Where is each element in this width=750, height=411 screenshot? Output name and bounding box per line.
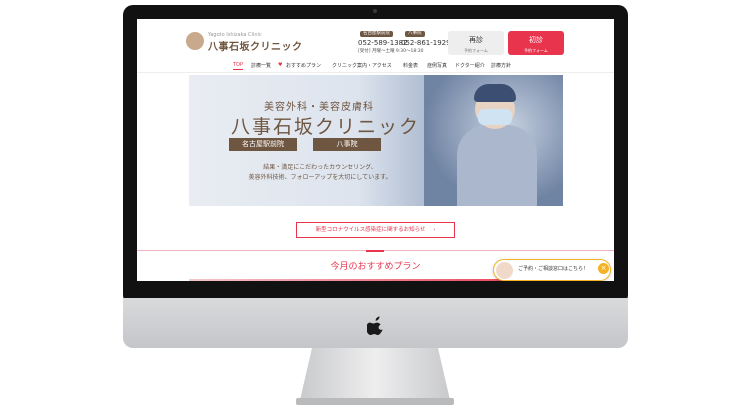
apple-logo-icon (367, 316, 383, 335)
reservation-chat-widget[interactable]: ご予約・ご相談窓口はこちら！ × (493, 259, 611, 281)
first-visit-reserve-button[interactable]: 初診 予約フォーム (508, 31, 564, 55)
hero-tag-nagoya[interactable]: 名古屋駅前院 (229, 138, 297, 151)
hero-tag-yagoto[interactable]: 八事院 (313, 138, 381, 151)
chat-widget-text: ご予約・ご相談窓口はこちら！ (518, 266, 589, 272)
nav-active-underline (233, 69, 243, 70)
reception-hours: [受付] 月曜〜土曜 9:30〜18:30 (358, 49, 424, 54)
revisit-sub: 予約フォーム (464, 48, 488, 53)
global-nav: TOP 診療一覧 ♥ おすすめプラン クリニック案内・アクセス 料金表 症例写真… (137, 59, 614, 71)
monitor-stand-base (296, 398, 454, 405)
revisit-reserve-button[interactable]: 再診 予約フォーム (448, 31, 504, 55)
revisit-label: 再診 (469, 36, 483, 44)
hero-desc-line1: 結果・満足にこだわったカウンセリング、 (263, 164, 377, 171)
nav-clinic-access[interactable]: クリニック案内・アクセス (332, 62, 392, 69)
nav-divider (137, 72, 614, 73)
hero-photo-gown (457, 125, 537, 206)
hero-desc-line2: 美容外科技術、フォローアップを大切にしています。 (248, 174, 392, 181)
nav-case-photos[interactable]: 症例写真 (427, 62, 447, 69)
nav-treatments[interactable]: 診療一覧 (251, 62, 271, 69)
nav-top[interactable]: TOP (233, 62, 243, 68)
branch-tag-yagoto: 八事院 (405, 31, 425, 37)
hero-description: 結果・満足にこだわったカウンセリング、 美容外科技術、フォローアップを大切にして… (232, 163, 408, 183)
staff-avatar (495, 261, 514, 280)
heart-icon: ♥ (278, 62, 283, 68)
hero-subtitle: 美容外科・美容皮膚科 (264, 102, 374, 113)
phone-yagoto[interactable]: 052-861-1929 (401, 39, 451, 47)
close-icon[interactable]: × (598, 263, 609, 274)
nav-doctors[interactable]: ドクター紹介 (455, 62, 485, 69)
monitor-stand (300, 348, 450, 400)
hero-photo-mask (478, 109, 512, 125)
covid-notice-button[interactable]: 新型コロナウイルス感染症に関するお知らせ › (296, 222, 455, 238)
nav-price[interactable]: 料金表 (403, 62, 418, 69)
nav-recommended-plan[interactable]: おすすめプラン (286, 62, 321, 69)
site-header: Yagoto Ishizaka Clinic 八事石坂クリニック 名古屋駅前院 … (137, 19, 614, 57)
clinic-logo-mark[interactable] (186, 32, 204, 50)
hero-photo-cap (474, 84, 516, 102)
first-sub: 予約フォーム (524, 48, 548, 53)
browser-screen: Yagoto Ishizaka Clinic 八事石坂クリニック 名古屋駅前院 … (137, 19, 614, 281)
hero-banner: 美容外科・美容皮膚科 八事石坂クリニック 名古屋駅前院 八事院 結果・満足にこだ… (189, 75, 563, 206)
chevron-right-icon: › (433, 227, 436, 233)
camera-icon (373, 9, 377, 13)
section-divider-accent (366, 250, 384, 252)
imac-mockup: Yagoto Ishizaka Clinic 八事石坂クリニック 名古屋駅前院 … (0, 0, 750, 411)
first-label: 初診 (529, 36, 543, 44)
branch-tag-nagoya: 名古屋駅前院 (360, 31, 393, 37)
logo-title[interactable]: 八事石坂クリニック (208, 38, 303, 53)
hero-title: 八事石坂クリニック (231, 116, 421, 138)
covid-notice-label: 新型コロナウイルス感染症に関するお知らせ (315, 227, 426, 233)
nav-policy[interactable]: 診療方針 (491, 62, 511, 69)
